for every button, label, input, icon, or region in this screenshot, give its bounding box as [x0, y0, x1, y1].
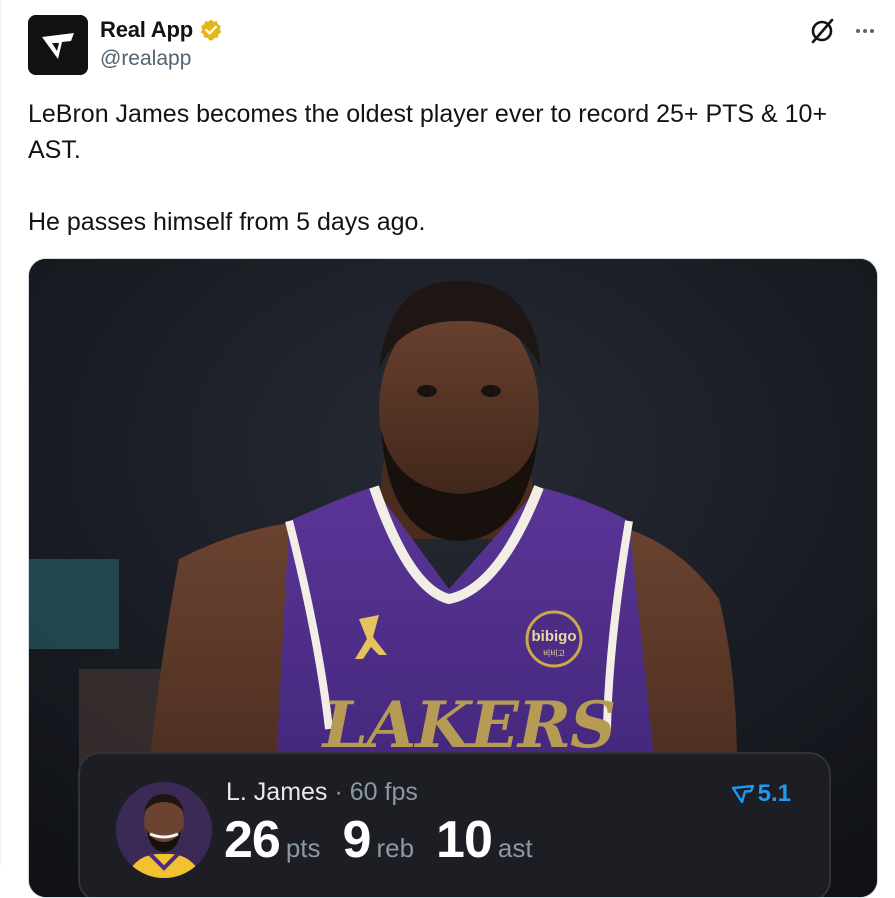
author-handle[interactable]: @realapp [100, 47, 191, 71]
tweet-media-photo[interactable]: bibigo 비비고 LAKERS L. James · 60 fps 5.1 … [28, 258, 878, 898]
more-horizontal-icon[interactable] [850, 17, 880, 45]
real-app-logo-icon [28, 15, 88, 75]
stat-rebounds-unit: reb [376, 833, 415, 863]
verified-badge-icon[interactable] [199, 18, 223, 42]
stat-points-unit: pts [285, 833, 321, 863]
player-stat-line: 26 pts 9 reb 10 ast [224, 810, 555, 870]
sponsor-patch-subtext: 비비고 [543, 649, 565, 658]
author-name-row: Real App [100, 16, 223, 44]
tweet[interactable]: Real App @realapp LeBron James becomes t… [0, 0, 895, 898]
stat-rebounds-value: 9 [342, 811, 372, 869]
player-avatar [116, 782, 212, 878]
stat-assists-unit: ast [497, 833, 533, 863]
sponsor-patch-text: bibigo [532, 628, 577, 645]
rating-value: 5.1 [757, 780, 791, 807]
fps-label: 60 fps [349, 778, 418, 806]
grok-icon[interactable] [808, 17, 836, 45]
author-avatar[interactable] [28, 15, 88, 75]
separator-dot: · [334, 778, 343, 806]
player-name: L. James [226, 778, 328, 806]
tweet-text: LeBron James becomes the oldest player e… [28, 100, 828, 236]
stat-points-value: 26 [224, 811, 281, 869]
real-app-rating-icon [731, 785, 754, 803]
stat-assists-value: 10 [436, 811, 493, 869]
author-display-name[interactable]: Real App [100, 17, 193, 43]
player-name-row: L. James · 60 fps [226, 778, 418, 807]
rating-badge: 5.1 [731, 780, 791, 808]
player-stat-card[interactable]: L. James · 60 fps 5.1 26 pts 9 reb 10 as… [78, 752, 831, 897]
